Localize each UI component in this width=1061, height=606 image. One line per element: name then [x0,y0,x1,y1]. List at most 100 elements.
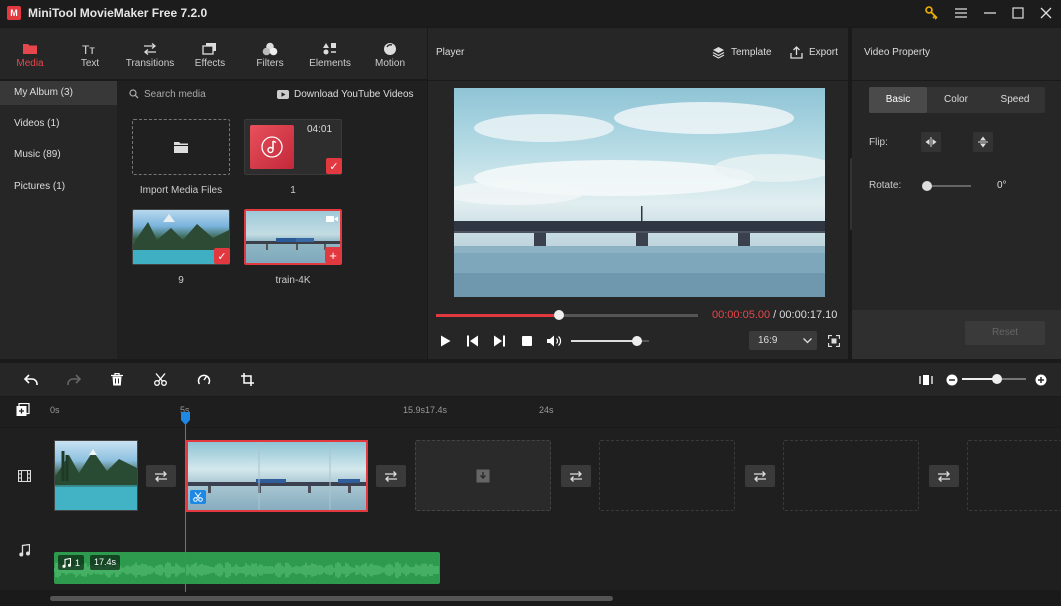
empty-slot[interactable] [967,440,1061,511]
close-icon[interactable] [1032,0,1060,26]
divider [852,80,1061,81]
media-item-music[interactable]: 04:01 ✓ [244,119,342,175]
horizontal-scrollbar[interactable] [50,596,613,601]
video-preview[interactable] [454,88,825,297]
rotate-handle[interactable] [922,181,932,191]
stop-icon[interactable] [522,336,532,346]
maximize-icon[interactable] [1004,0,1032,26]
tab-text[interactable]: Tт Text [60,28,120,80]
youtube-icon [277,89,289,99]
transition-slot-4[interactable] [745,465,775,487]
template-button[interactable]: Template [712,46,772,59]
download-youtube-button[interactable]: Download YouTube Videos [277,87,414,101]
drop-zone[interactable] [415,440,551,511]
chevron-down-icon [803,338,812,344]
split-icon[interactable] [149,363,171,396]
empty-slot[interactable] [599,440,735,511]
empty-slot[interactable] [783,440,919,511]
sidebar-item-my-album[interactable]: My Album (3) [0,81,117,105]
tab-media[interactable]: Media [0,28,60,80]
timeline-audio-clip[interactable]: 1 17.4s [54,552,440,584]
search-icon [129,89,139,99]
rotate-slider[interactable] [922,181,971,191]
search-placeholder: Search media [144,88,206,100]
reset-button[interactable]: Reset [965,321,1045,345]
transition-slot-1[interactable] [146,465,176,487]
volume-track[interactable] [571,336,649,346]
player-title: Player [436,47,465,58]
aspect-ratio-select[interactable]: 16:9 [749,331,817,350]
import-media-button[interactable] [132,119,230,175]
transition-slot-2[interactable] [376,465,406,487]
import-label: Import Media Files [139,185,223,196]
folder-icon [22,40,38,58]
add-track-icon[interactable] [16,403,30,417]
app-title: MiniTool MovieMaker Free 7.2.0 [28,6,208,20]
sidebar-item-music[interactable]: Music (89) [0,143,117,167]
tab-basic[interactable]: Basic [869,87,927,113]
media-item-video[interactable]: + [244,209,342,265]
title-bar: M MiniTool MovieMaker Free 7.2.0 [0,0,1061,26]
tab-transitions[interactable]: Transitions [120,28,180,80]
transition-slot-3[interactable] [561,465,591,487]
volume-icon[interactable] [547,335,563,347]
next-frame-icon[interactable] [494,335,505,347]
folder-icon [174,142,188,153]
tab-motion[interactable]: Motion [360,28,420,80]
zoom-slider[interactable] [962,374,1026,384]
check-icon[interactable]: ✓ [326,158,342,174]
scissors-icon[interactable] [190,490,206,504]
media-item-label: 9 [178,275,184,286]
progress-handle[interactable] [554,310,565,320]
crop-icon[interactable] [236,363,258,396]
film-icon [18,470,31,482]
undo-icon[interactable] [20,363,42,396]
sidebar-item-videos[interactable]: Videos (1) [0,112,117,136]
music-note-icon [250,125,294,169]
swap-icon [385,470,397,482]
app-logo: M [7,6,21,20]
tab-filters[interactable]: Filters [240,28,300,80]
fullscreen-icon[interactable] [828,335,840,347]
timeline-clip-video[interactable] [186,440,368,512]
fit-timeline-icon[interactable] [915,363,937,396]
ruler-tick-label: 15.9s17.4s [403,405,448,415]
export-icon [790,46,803,59]
flip-vertical-button[interactable] [973,132,993,152]
zoom-out-icon[interactable] [941,363,963,396]
redo-icon[interactable] [63,363,85,396]
volume-handle[interactable] [632,336,643,346]
key-icon[interactable] [918,0,946,26]
sidebar-item-pictures[interactable]: Pictures (1) [0,175,117,199]
minimize-icon[interactable] [976,0,1004,26]
library-tabs: Media Tт Text Transitions Effects Filter… [0,28,427,80]
export-button[interactable]: Export [790,46,838,59]
zoom-in-icon[interactable] [1030,363,1052,396]
progress-track[interactable] [436,310,698,320]
previous-frame-icon[interactable] [467,335,478,347]
download-tray-icon [476,469,490,482]
music-note-icon [62,557,71,568]
filters-icon [262,40,278,58]
tab-color[interactable]: Color [927,87,985,113]
playhead-handle[interactable] [181,412,190,426]
check-icon[interactable]: ✓ [214,248,230,264]
tab-effects[interactable]: Effects [180,28,240,80]
speed-icon[interactable] [193,363,215,396]
delete-icon[interactable] [106,363,128,396]
menu-icon[interactable] [947,0,975,26]
media-item-image[interactable]: ✓ [132,209,230,265]
tab-speed[interactable]: Speed [985,87,1045,113]
ruler-tick-label: 0s [50,405,60,415]
property-title: Video Property [864,47,930,58]
transition-slot-5[interactable] [929,465,959,487]
play-icon[interactable] [440,335,451,347]
tab-elements[interactable]: Elements [300,28,360,80]
swap-icon [938,470,950,482]
player-panel: Player Template Export 00:00:05.00 / 00:… [428,28,848,359]
flip-horizontal-button[interactable] [921,132,941,152]
zoom-handle[interactable] [992,374,1003,384]
search-box[interactable]: Search media [129,87,206,101]
add-icon[interactable]: + [325,247,341,263]
timeline-clip-image[interactable] [54,440,138,511]
